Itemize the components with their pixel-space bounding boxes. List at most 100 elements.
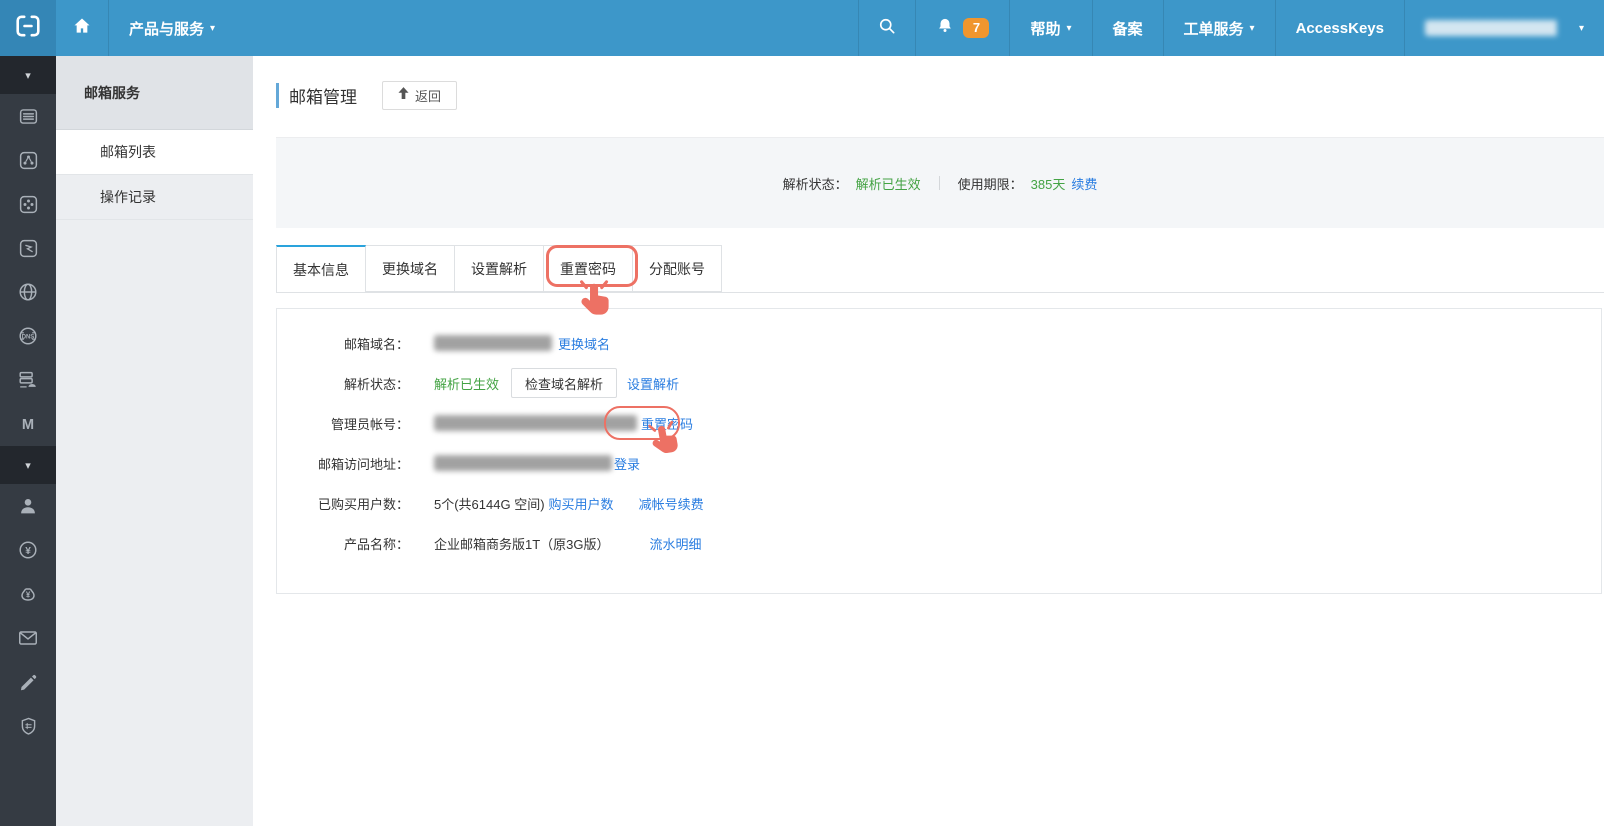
row-webmail-url: 邮箱访问地址： ██████████████████████████ 登录 [277,443,1601,483]
mail-icon [17,627,39,649]
mq-icon: M [17,413,39,435]
chevron-down-icon: ▾ [1578,22,1584,34]
sidebar-item-mail[interactable] [0,616,56,660]
sidebar-item-mq[interactable]: M [0,402,56,446]
row-mail-domain: 邮箱域名： ██████████████████ 更换域名 [277,323,1601,363]
sidebar-item-network[interactable] [0,270,56,314]
webmail-url-label: 邮箱访问地址： [317,456,409,472]
account-name-masked: ██████████████████ [1424,20,1557,35]
page-title: 邮箱管理 [289,87,357,107]
aliyun-logo-icon [15,13,41,44]
resolve-status-value: 解析已生效 [855,176,921,192]
nav-beian[interactable]: 备案 [1091,0,1163,56]
webmail-url-masked: ██████████████████████████ [434,455,612,470]
search-button[interactable] [858,0,915,56]
sidebar-item-security[interactable] [0,704,56,748]
sidebar-collapse-toggle-2[interactable]: ▾ [0,446,56,484]
status-bar: 解析状态： 解析已生效 使用期限： 385天 续费 [276,137,1604,228]
search-icon [877,16,897,40]
chevron-down-icon: ▾ [210,22,216,34]
home-icon [72,16,92,40]
row-admin-account: 管理员帐号： █████████████████████████████ 重置密… [277,403,1601,443]
tab-bar: 基本信息 更换域名 设置解析 重置密码 分配账号 [276,245,1604,293]
sidebar-item-cdn[interactable] [0,226,56,270]
title-accent-bar [276,82,279,108]
network-globe-icon [17,281,39,303]
reduce-renew-link[interactable]: 减帐号续费 [639,494,704,513]
sidebar-item-mailbox-list[interactable]: 邮箱列表 [56,130,253,175]
svg-text:M: M [22,417,34,433]
cdn-icon [18,238,39,259]
mail-domain-masked: ██████████████████ [434,335,552,350]
sidebar-item-storage[interactable] [0,358,56,402]
console-icon-sidebar: ▾ DNS M ▾ ¥ ¥ [0,56,56,826]
storage-stack-icon [17,369,39,391]
arrow-up-icon [398,87,409,103]
reset-password-link[interactable]: 重置密码 [641,414,693,433]
nav-help[interactable]: 帮助 ▾ [1009,0,1091,56]
chevron-down-icon: ▾ [25,69,31,82]
svg-text:¥: ¥ [25,546,31,557]
resolve-status-label: 解析状态： [782,176,848,192]
nav-tickets[interactable]: 工单服务 ▾ [1162,0,1275,56]
purchased-users-label: 已购买用户数： [317,496,409,512]
resolve-status: 解析已生效 [434,376,500,392]
divider [938,176,940,190]
purchased-users-value: 5个(共6144G 空间) [434,496,545,512]
sidebar-item-slb[interactable] [0,138,56,182]
renew-link[interactable]: 续费 [1071,174,1097,193]
sidebar-item-billing[interactable]: ¥ [0,528,56,572]
nav-accesskeys[interactable]: AccessKeys [1274,0,1404,56]
sidebar-item-oss[interactable] [0,182,56,226]
sidebar-item-dns[interactable]: DNS [0,314,56,358]
topbar: 产品与服务 ▾ 7 帮助 ▾ 备案 工单服务 ▾ AccessKeys ████… [0,0,1604,56]
sidebar-item-instances[interactable] [0,94,56,138]
row-purchased-users: 已购买用户数： 5个(共6144G 空间) 购买用户数 减帐号续费 [277,483,1601,523]
admin-account-label: 管理员帐号： [330,416,409,432]
resolve-label: 解析状态： [343,376,409,392]
chevron-down-icon: ▾ [25,459,31,472]
instance-list-icon [18,106,39,127]
change-domain-link[interactable]: 更换域名 [558,334,610,353]
main-content: 邮箱管理 返回 解析状态： 解析已生效 使用期限： 385天 续费 基本信息 更… [253,56,1604,826]
svg-text:DNS: DNS [22,334,35,340]
bell-icon [936,17,954,39]
row-product-name: 产品名称： 企业邮箱商务版1T（原3G版） 流水明细 [277,523,1601,563]
product-name-value: 企业邮箱商务版1T（原3G版） [434,536,610,552]
notifications-button[interactable]: 7 [915,0,1009,56]
chevron-down-icon: ▾ [1249,22,1255,34]
home-button[interactable] [56,0,109,56]
tab-change-domain[interactable]: 更换域名 [365,245,455,292]
security-shield-icon [18,716,39,737]
tab-assign-accounts[interactable]: 分配账号 [632,245,722,292]
tab-reset-password[interactable]: 重置密码 [543,245,633,292]
brand-logo[interactable] [0,0,56,56]
edit-pencil-icon [18,672,39,693]
sidebar-item-account[interactable] [0,484,56,528]
sidebar-collapse-toggle[interactable]: ▾ [0,56,56,94]
product-sidebar-title: 邮箱服务 [56,56,253,130]
sidebar-item-funds[interactable]: ¥ [0,572,56,616]
back-button[interactable]: 返回 [382,80,458,110]
chevron-down-icon: ▾ [1066,22,1072,34]
billing-detail-link[interactable]: 流水明细 [650,534,702,553]
period-label: 使用期限： [957,176,1023,192]
fund-moneybag-icon: ¥ [17,583,39,605]
nav-products[interactable]: 产品与服务 ▾ [109,0,235,56]
account-menu[interactable]: ██████████████████ ▾ [1403,0,1604,56]
billing-yen-icon: ¥ [17,539,39,561]
notification-badge: 7 [963,18,990,38]
tab-set-resolution[interactable]: 设置解析 [454,245,544,292]
sidebar-item-edit[interactable] [0,660,56,704]
slb-icon [18,150,39,171]
tab-basic-info[interactable]: 基本信息 [276,245,366,293]
mail-domain-label: 邮箱域名： [343,336,409,352]
basic-info-panel: 邮箱域名： ██████████████████ 更换域名 解析状态： 解析已生… [276,308,1602,594]
check-domain-resolve-button[interactable]: 检查域名解析 [511,368,618,398]
sidebar-item-operation-log[interactable]: 操作记录 [56,175,253,220]
login-link[interactable]: 登录 [614,454,640,473]
buy-users-link[interactable]: 购买用户数 [549,494,614,513]
set-resolve-link[interactable]: 设置解析 [627,374,679,393]
dns-icon: DNS [17,325,39,347]
user-icon [17,495,39,517]
